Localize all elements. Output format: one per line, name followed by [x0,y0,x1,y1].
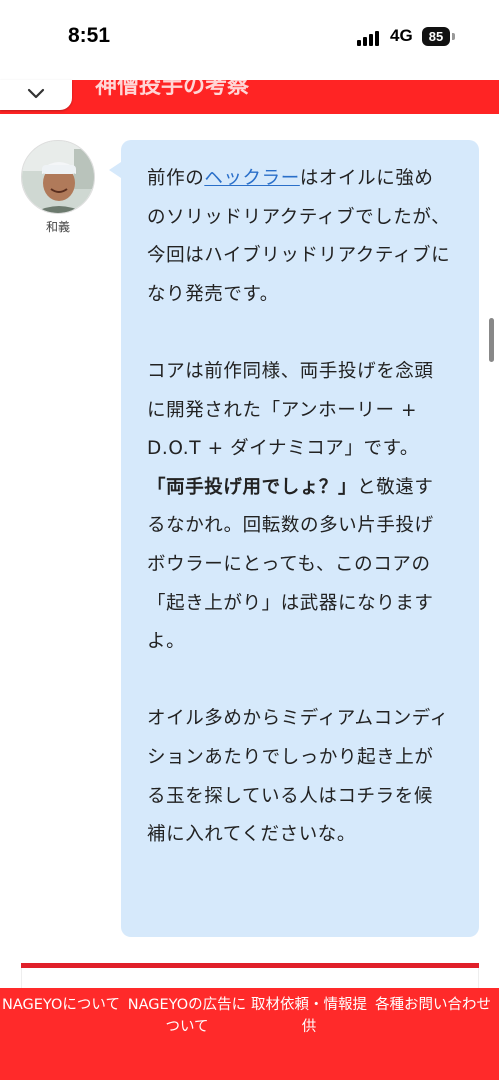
toc-toggle-button[interactable] [0,80,72,110]
status-bar: 8:51 4G 85 [0,0,499,80]
speaker-name: 和義 [45,220,70,234]
page-scrollbar[interactable] [489,318,494,362]
footer-link-press[interactable]: 取材依頼・情報提供 [248,994,370,1038]
battery-icon: 85 [422,27,450,46]
paragraph-1: 前作のヘックラーはオイルに強めのソリッドリアクティブでしたが、今回はハイブリッド… [147,168,451,305]
cellular-signal-icon [357,30,383,46]
footer-link-ads[interactable]: NAGEYOの広告について [126,994,248,1038]
footer-gap [21,968,479,988]
network-type: 4G [390,26,413,45]
footer-link-about[interactable]: NAGEYOについて [0,994,122,1016]
speech-bubble-text: 前作のヘックラーはオイルに強めのソリッドリアクティブでしたが、今回はハイブリッド… [147,160,451,855]
header-title: 神僧投手の考察 [95,80,250,99]
speech-bubble-tail [109,162,121,178]
status-time: 8:51 [68,24,111,47]
chevron-down-icon [27,88,45,99]
bold-phrase: 「両手投げ用でしょ？」 [147,476,358,498]
heckler-link[interactable]: ヘックラー [204,168,300,189]
paragraph-2: コアは前作同様、両手投げを念頭に開発された「アンホーリー + D.O.T + ダ… [147,360,434,653]
footer-link-contact[interactable]: 各種お問い合わせ [372,994,494,1016]
footer-nav: NAGEYOについて NAGEYOの広告について 取材依頼・情報提供 各種お問い… [0,988,499,1080]
paragraph-3: オイル多めからミディアムコンディションあたりでしっかり起き上がる玉を探している人… [147,708,449,846]
article-header: 神僧投手の考察 [0,80,499,114]
battery-tip [452,33,455,40]
speaker-avatar [21,140,95,214]
